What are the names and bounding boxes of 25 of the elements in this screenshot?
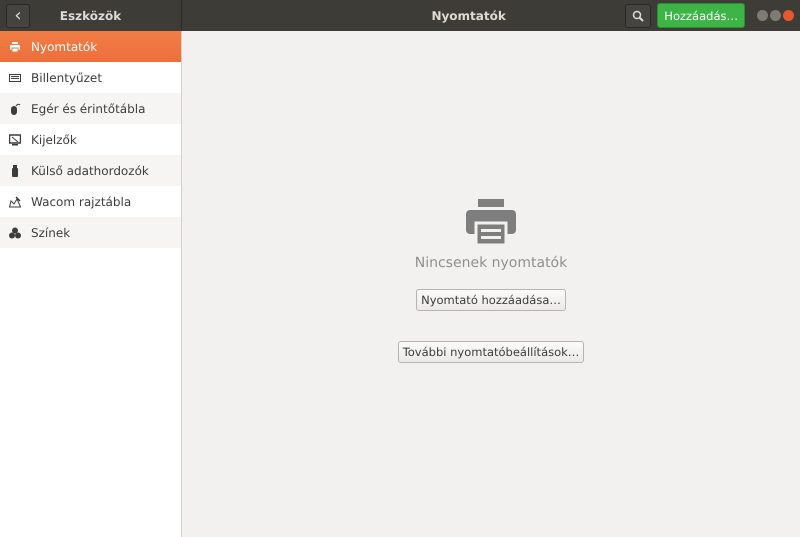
mouse-icon: [9, 102, 21, 114]
printer-icon: [9, 40, 21, 52]
window-title: Nyomtatók: [430, 8, 507, 22]
display-icon: [9, 134, 21, 146]
search-button[interactable]: [625, 4, 652, 28]
sidebar-title: Eszközök: [58, 8, 122, 22]
minimize-button[interactable]: [757, 10, 768, 21]
add-printer-button[interactable]: Nyomtató hozzáadása…: [416, 289, 566, 311]
more-settings-button[interactable]: További nyomtatóbeállítások…: [398, 341, 584, 363]
printer-icon: [466, 199, 516, 245]
sidebar-item[interactable]: Kijelzők: [0, 124, 181, 155]
empty-message: Nincsenek nyomtatók: [414, 255, 568, 271]
close-button[interactable]: [783, 10, 794, 21]
search-icon: [632, 10, 644, 22]
maximize-button[interactable]: [770, 10, 781, 21]
sidebar-item[interactable]: Külső adathordozók: [0, 155, 181, 186]
sidebar-item[interactable]: Színek: [0, 217, 181, 248]
colors-icon: [9, 226, 21, 238]
sidebar-item[interactable]: Wacom rajztábla: [0, 186, 181, 217]
back-button[interactable]: ‹: [6, 4, 30, 28]
sidebar-item[interactable]: Billentyűzet: [0, 62, 181, 93]
sidebar-item[interactable]: Egér és érintőtábla: [0, 93, 181, 124]
usb-drive-icon: [9, 164, 21, 176]
tablet-icon: [9, 196, 21, 208]
keyboard-icon: [9, 72, 21, 84]
